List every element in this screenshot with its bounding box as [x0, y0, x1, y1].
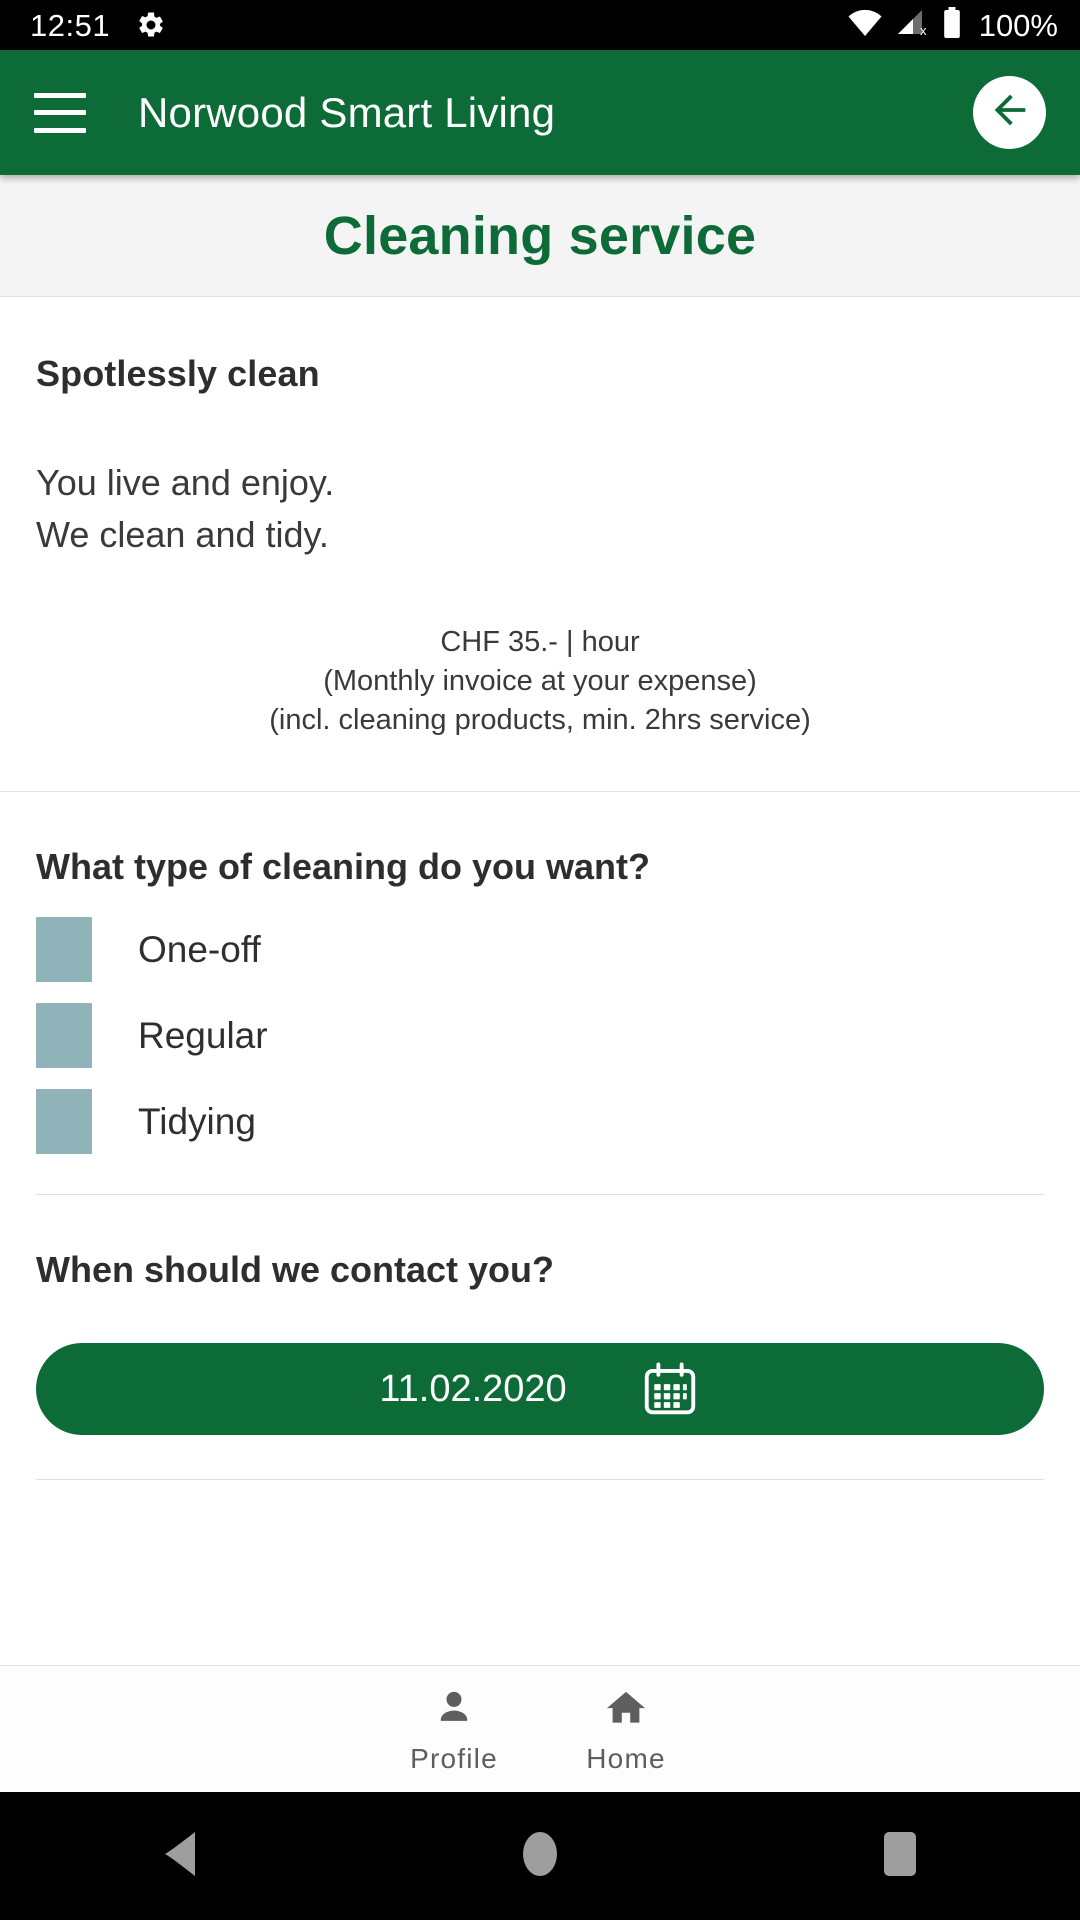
hamburger-menu-icon[interactable]	[34, 92, 86, 133]
square-recents-icon	[881, 1831, 919, 1882]
checkbox-row-regular[interactable]: Regular	[36, 992, 1044, 1078]
price-invoice-note: (Monthly invoice at your expense)	[323, 664, 757, 697]
divider-below-contact	[36, 1479, 1044, 1481]
cleaning-type-section: What type of cleaning do you want? One-o…	[0, 792, 1080, 1194]
circle-home-icon	[520, 1831, 560, 1882]
back-arrow-icon	[987, 87, 1033, 138]
battery-percent-label: 100%	[978, 7, 1058, 43]
nav-back-button[interactable]	[120, 1792, 240, 1920]
page-title-band: Cleaning service	[0, 175, 1080, 297]
intro-line-2: We clean and tidy.	[36, 514, 329, 556]
house-icon	[604, 1686, 648, 1735]
status-bar-time: 12:51	[30, 7, 111, 43]
page-title: Cleaning service	[323, 205, 757, 266]
date-picker-wrapper: 11.02.2020	[36, 1309, 1044, 1479]
intro-body: You live and enjoy. We clean and tidy.	[36, 395, 1044, 561]
nav-recents-button[interactable]	[840, 1792, 960, 1920]
tab-home[interactable]: Home	[540, 1686, 712, 1773]
wifi-icon	[847, 9, 883, 42]
checkbox-regular[interactable]	[36, 1002, 92, 1068]
calendar-icon[interactable]	[639, 1358, 701, 1420]
battery-full-icon	[942, 6, 962, 44]
app-title: Norwood Smart Living	[138, 88, 556, 136]
back-button[interactable]	[973, 76, 1046, 149]
intro-section: Spotlessly clean You live and enjoy. We …	[0, 297, 1080, 791]
settings-gear-icon	[136, 10, 166, 40]
checkbox-one-off[interactable]	[36, 916, 92, 982]
tab-profile[interactable]: Profile	[368, 1686, 540, 1773]
tab-label-home: Home	[586, 1742, 666, 1774]
cleaning-type-options: One-off Regular Tidying	[36, 906, 1044, 1194]
phone-screen: 12:51 x 100% Norwood Smart Living Cleani…	[0, 0, 1080, 1920]
selected-date-value: 11.02.2020	[379, 1368, 567, 1411]
triangle-back-icon	[159, 1831, 201, 1882]
price-rate: CHF 35.- | hour	[440, 626, 640, 659]
app-bar: Norwood Smart Living	[0, 50, 1080, 175]
contact-section: When should we contact you? 11.02.2020	[0, 1195, 1080, 1481]
svg-text:x: x	[920, 23, 927, 37]
price-inclusions-note: (incl. cleaning products, min. 2hrs serv…	[269, 703, 811, 736]
checkbox-label-regular: Regular	[138, 1014, 268, 1056]
bottom-tab-bar: Profile Home	[0, 1665, 1080, 1792]
cleaning-type-question: What type of cleaning do you want?	[36, 846, 651, 888]
person-icon	[432, 1686, 476, 1735]
checkbox-tidying[interactable]	[36, 1088, 92, 1154]
checkbox-row-one-off[interactable]: One-off	[36, 906, 1044, 992]
checkbox-label-one-off: One-off	[138, 928, 261, 970]
cell-signal-off-icon: x	[896, 8, 929, 42]
android-nav-bar	[0, 1792, 1080, 1920]
intro-heading: Spotlessly clean	[36, 353, 320, 394]
pricing-block: CHF 35.- | hour (Monthly invoice at your…	[36, 561, 1044, 791]
date-picker-button[interactable]: 11.02.2020	[36, 1343, 1044, 1436]
status-bar-indicators: x 100%	[847, 6, 1058, 44]
intro-line-1: You live and enjoy.	[36, 462, 335, 503]
tab-label-profile: Profile	[410, 1742, 498, 1774]
status-bar: 12:51 x 100%	[0, 0, 1080, 50]
contact-question: When should we contact you?	[36, 1249, 555, 1291]
checkbox-row-tidying[interactable]: Tidying	[36, 1078, 1044, 1164]
nav-home-button[interactable]	[480, 1792, 600, 1920]
main-content: Spotlessly clean You live and enjoy. We …	[0, 297, 1080, 1665]
checkbox-label-tidying: Tidying	[138, 1100, 256, 1142]
